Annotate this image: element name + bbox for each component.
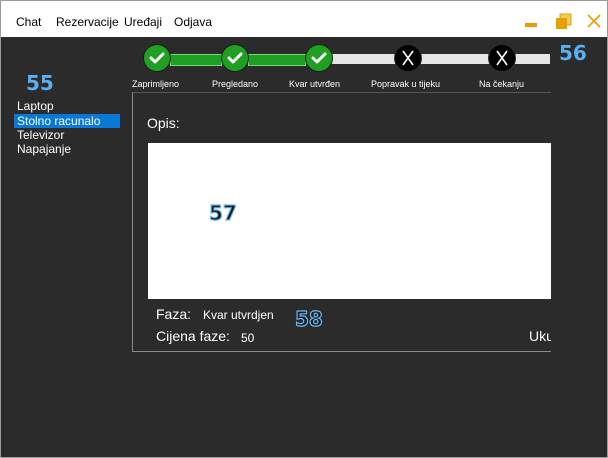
description-marker: 57 <box>208 200 237 225</box>
restore-icon <box>556 13 572 29</box>
minimize-icon <box>525 23 537 27</box>
menu-odjava[interactable]: Odjava <box>174 15 212 29</box>
main-content: 55 Laptop Stolno racunalo Televizor Napa… <box>1 37 607 457</box>
step-label-kvar-utvrden: Kvar utvrđen <box>289 79 341 89</box>
progress-segment <box>248 54 306 66</box>
step-zaprimljeno-check-icon <box>143 44 171 72</box>
menu-uredaji[interactable]: Uređaji <box>124 15 162 29</box>
header-marker: 56 <box>559 41 587 65</box>
step-na-cekanju-x-icon <box>488 44 516 72</box>
device-item-napajanje[interactable]: Napajanje <box>14 142 74 156</box>
repair-details-panel: Opis: 57 Faza: Kvar utvrdjen 58 Cijena f… <box>132 92 551 352</box>
price-label: Cijena faze: <box>156 328 230 344</box>
progress-segment <box>421 54 489 64</box>
step-label-na-cekanju: Na čekanju <box>479 79 525 89</box>
progress-segment <box>515 54 550 64</box>
menu-chat[interactable]: Chat <box>16 15 41 29</box>
price-value: 50 <box>241 331 255 345</box>
step-label-pregledano: Pregledano <box>212 79 259 89</box>
minimize-button[interactable] <box>520 9 544 33</box>
close-button[interactable] <box>582 9 606 33</box>
total-label: Uku <box>529 328 551 344</box>
description-label: Opis: <box>147 115 180 131</box>
close-icon <box>587 14 601 28</box>
step-label-zaprimljeno: Zaprimljeno <box>132 79 180 89</box>
sidebar-marker: 55 <box>26 71 54 95</box>
step-kvar-utvrden-check-icon <box>305 44 333 72</box>
phase-value: Kvar utvrdjen <box>203 308 274 322</box>
device-item-laptop[interactable]: Laptop <box>14 99 57 113</box>
app-window: Chat Rezervacije Uređaji Odjava 55 Lapto… <box>0 0 608 458</box>
phase-marker: 58 <box>294 306 323 331</box>
step-label-popravak: Popravak u tijeku <box>371 79 441 89</box>
device-item-stolno-racunalo[interactable]: Stolno racunalo <box>14 114 120 128</box>
progress-segment <box>332 54 395 64</box>
device-item-televizor[interactable]: Televizor <box>14 128 67 142</box>
progress-segment <box>170 54 222 66</box>
maximize-button[interactable] <box>551 9 575 33</box>
title-bar: Chat Rezervacije Uređaji Odjava <box>1 1 607 37</box>
phase-label: Faza: <box>156 306 192 322</box>
step-popravak-x-icon <box>394 44 422 72</box>
menu-rezervacije[interactable]: Rezervacije <box>56 15 119 29</box>
step-pregledano-check-icon <box>221 44 249 72</box>
